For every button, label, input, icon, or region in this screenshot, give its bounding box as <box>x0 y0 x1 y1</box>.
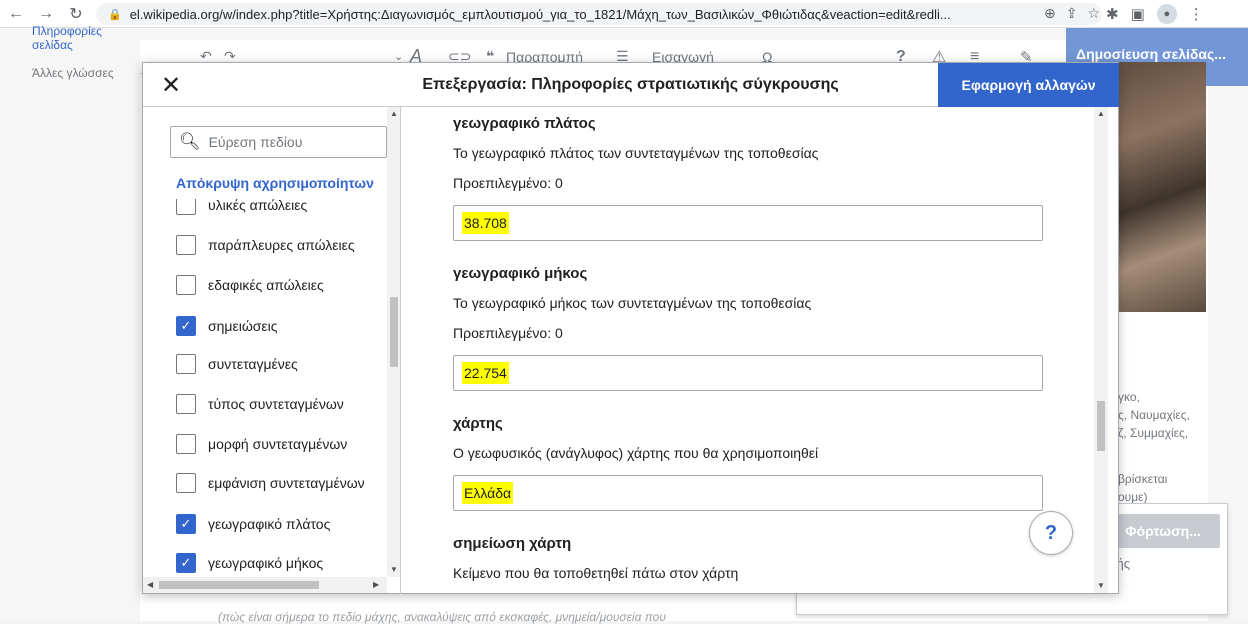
map-input[interactable]: Ελλάδα <box>453 475 1043 511</box>
param-item[interactable]: ✓ γεωγραφικό μήκος <box>176 551 323 575</box>
search-icon: 🔍︎ <box>179 132 201 151</box>
checkbox[interactable] <box>176 473 196 493</box>
param-label: υλικές απώλειες <box>208 199 308 213</box>
field-search-input[interactable]: 🔍︎ Εύρεση πεδίου <box>170 126 387 158</box>
side-panel-icon[interactable]: ▣ <box>1131 5 1145 23</box>
checkbox[interactable] <box>176 275 196 295</box>
page-info-link[interactable]: Πληροφορίες σελίδας <box>32 24 140 52</box>
latitude-value: 38.708 <box>462 212 509 234</box>
param-item[interactable]: ✓ σημειώσεις <box>176 314 278 338</box>
checkbox-checked[interactable]: ✓ <box>176 316 196 336</box>
checkbox[interactable] <box>176 394 196 414</box>
reload-icon[interactable]: ↻ <box>64 2 88 26</box>
right-text-2: ς, Ναυμαχίες, <box>1118 408 1190 422</box>
template-edit-dialog: ✕ Επεξεργασία: Πληροφορίες στρατιωτικής … <box>142 62 1119 594</box>
scroll-down-arrow-icon[interactable]: ▼ <box>1097 581 1105 590</box>
longitude-input[interactable]: 22.754 <box>453 355 1043 391</box>
help-button[interactable]: ? <box>1029 511 1073 555</box>
scrollbar-thumb[interactable] <box>159 581 319 589</box>
param-item[interactable]: μορφή συντεταγμένων <box>176 432 347 456</box>
article-bottom-text: (πώς είναι σήμερα το πεδίο μάχης, ανακαλ… <box>218 610 666 624</box>
param-label: εμφάνιση συντεταγμένων <box>208 475 365 491</box>
field-description: Το γεωγραφικό πλάτος των συντεταγμένων τ… <box>453 145 819 161</box>
param-label: μορφή συντεταγμένων <box>208 436 348 452</box>
bookmark-star-icon[interactable]: ☆ <box>1087 5 1100 22</box>
main-vertical-scrollbar[interactable]: ▲ ▼ <box>1094 107 1108 593</box>
scrollbar-thumb[interactable] <box>1097 401 1105 451</box>
parameter-fields: γεωγραφικό πλάτος Το γεωγραφικό πλάτος τ… <box>402 107 1118 594</box>
article-painting <box>1104 62 1206 312</box>
checkbox[interactable] <box>176 199 196 215</box>
field-label: γεωγραφικό μήκος <box>453 265 588 282</box>
extensions-icon[interactable]: ✱ <box>1106 5 1119 23</box>
dialog-header: ✕ Επεξεργασία: Πληροφορίες στρατιωτικής … <box>143 63 1119 107</box>
param-item[interactable]: υλικές απώλειες <box>176 199 307 217</box>
field-longitude: γεωγραφικό μήκος Το γεωγραφικό μήκος των… <box>453 265 1043 391</box>
scroll-right-arrow-icon[interactable]: ▶ <box>373 580 379 589</box>
latitude-input[interactable]: 38.708 <box>453 205 1043 241</box>
scroll-down-arrow-icon[interactable]: ▼ <box>390 565 398 574</box>
param-label: σημειώσεις <box>208 318 278 334</box>
field-description: Το γεωγραφικό μήκος των συντεταγμένων τη… <box>453 295 812 311</box>
checkbox-checked[interactable]: ✓ <box>176 514 196 534</box>
param-label: τύπος συντεταγμένων <box>208 396 344 412</box>
zoom-icon[interactable]: ⊕ <box>1044 5 1056 22</box>
field-label: χάρτης <box>453 415 503 432</box>
param-item[interactable]: εδαφικές απώλειες <box>176 273 324 297</box>
field-description: Κείμενο που θα τοποθετηθεί πάτω στον χάρ… <box>453 565 739 581</box>
param-item[interactable]: ✓ γεωγραφικό πλάτος <box>176 512 330 536</box>
param-item[interactable]: συντεταγμένες <box>176 352 298 376</box>
apply-changes-button[interactable]: Εφαρμογή αλλαγών <box>938 63 1119 107</box>
sidebar-vertical-scrollbar[interactable]: ▲ ▼ <box>387 107 400 577</box>
load-button[interactable]: Φόρτωση... <box>1106 514 1220 548</box>
field-label: γεωγραφικό πλάτος <box>453 115 596 132</box>
field-label: σημείωση χάρτη <box>453 535 572 552</box>
search-placeholder: Εύρεση πεδίου <box>208 134 303 150</box>
param-item[interactable]: τύπος συντεταγμένων <box>176 392 344 416</box>
scroll-up-arrow-icon[interactable]: ▲ <box>1097 109 1105 118</box>
address-bar[interactable]: 🔒 el.wikipedia.org/w/index.php?title=Χρή… <box>96 3 1102 25</box>
param-label: παράπλευρες απώλειες <box>208 237 355 253</box>
other-languages-label: Άλλες γλώσσες <box>32 66 114 80</box>
scroll-left-arrow-icon[interactable]: ◀ <box>147 580 153 589</box>
field-map: χάρτης Ο γεωφυσικός (ανάγλυφος) χάρτης π… <box>453 415 1043 511</box>
param-item[interactable]: εμφάνιση συντεταγμένων <box>176 471 365 495</box>
url-text: el.wikipedia.org/w/index.php?title=Χρήστ… <box>129 6 951 22</box>
scrollbar-thumb[interactable] <box>390 297 398 367</box>
checkbox[interactable] <box>176 434 196 454</box>
parameter-sidebar: 🔍︎ Εύρεση πεδίου Απόκρυψη αχρησιμοποίητω… <box>143 107 401 594</box>
map-value: Ελλάδα <box>462 482 514 504</box>
right-text-4: βρίσκεται <box>1118 472 1168 486</box>
checkbox[interactable] <box>176 235 196 255</box>
checkbox-checked[interactable]: ✓ <box>176 553 196 573</box>
field-description: Ο γεωφυσικός (ανάγλυφος) χάρτης που θα χ… <box>453 445 819 461</box>
share-icon[interactable]: ⇪ <box>1066 5 1078 22</box>
param-label: συντεταγμένες <box>208 356 298 372</box>
right-text-3: ζ, Συμμαχίες, <box>1118 426 1189 440</box>
parameter-list: υλικές απώλειες παράπλευρες απώλειες εδα… <box>143 199 388 594</box>
field-map-note: σημείωση χάρτη Κείμενο που θα τοποθετηθε… <box>453 535 1043 583</box>
param-label: εδαφικές απώλειες <box>208 277 324 293</box>
right-text-1: γκο, <box>1118 390 1140 404</box>
menu-kebab-icon[interactable]: ⋮ <box>1189 5 1204 23</box>
hide-unused-link[interactable]: Απόκρυψη αχρησιμοποίητων <box>176 175 388 191</box>
profile-avatar[interactable]: ● <box>1156 4 1177 24</box>
field-default: Προεπιλεγμένο: 0 <box>453 325 563 341</box>
param-item[interactable]: παράπλευρες απώλειες <box>176 233 355 257</box>
browser-toolbar: ← → ↻ 🔒 el.wikipedia.org/w/index.php?tit… <box>0 0 1248 28</box>
back-icon[interactable]: ← <box>4 2 28 26</box>
scroll-up-arrow-icon[interactable]: ▲ <box>390 109 398 118</box>
param-label: γεωγραφικό πλάτος <box>208 516 331 532</box>
checkbox[interactable] <box>176 354 196 374</box>
field-default: Προεπιλεγμένο: 0 <box>453 175 563 191</box>
param-label: γεωγραφικό μήκος <box>208 555 324 571</box>
field-latitude: γεωγραφικό πλάτος Το γεωγραφικό πλάτος τ… <box>453 115 1043 241</box>
longitude-value: 22.754 <box>462 362 509 384</box>
sidebar-horizontal-scrollbar[interactable]: ◀ ▶ <box>143 577 387 593</box>
lock-icon: 🔒 <box>108 8 122 21</box>
forward-icon[interactable]: → <box>34 2 58 26</box>
